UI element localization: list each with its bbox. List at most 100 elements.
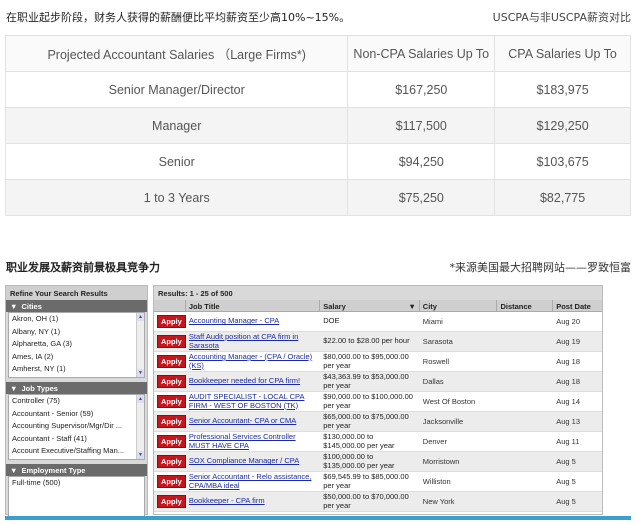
job-city: New York bbox=[422, 497, 455, 506]
apply-button[interactable]: Apply bbox=[157, 335, 186, 348]
job-post-date: Aug 18 bbox=[556, 377, 580, 386]
row-position: Manager bbox=[4, 107, 349, 144]
row-cpa: $129,250 bbox=[494, 107, 631, 144]
job-post-date: Aug 20 bbox=[556, 317, 580, 326]
salary-row: Senior Manager/Director $167,250 $183,97… bbox=[4, 71, 631, 108]
col-apply bbox=[154, 300, 186, 311]
results-summary: Results: 1 - 25 of 500 bbox=[154, 286, 602, 300]
job-salary: $69,545.99 to $85,000.00 per year bbox=[323, 473, 409, 490]
sort-down-icon[interactable]: ▼ bbox=[408, 302, 415, 311]
bottom-accent-bar bbox=[5, 516, 631, 520]
job-salary: $130,000.00 to $145,000.00 per year bbox=[323, 433, 395, 450]
job-title-link[interactable]: Senior Accountant- CPA or CMA bbox=[186, 417, 320, 426]
row-position: Senior bbox=[4, 143, 349, 180]
table-row: Apply Professional Services Controller M… bbox=[154, 432, 602, 452]
row-position: Senior Manager/Director bbox=[4, 71, 349, 108]
facet-item[interactable]: Akron, OH (1) bbox=[9, 313, 144, 326]
scrollbar[interactable]: ▲ ▼ bbox=[136, 313, 144, 377]
refine-title: Refine Your Search Results bbox=[6, 286, 147, 300]
facet-label: Employment Type bbox=[21, 465, 86, 475]
job-post-date: Aug 14 bbox=[556, 397, 580, 406]
facet-header-employment-type[interactable]: ▼ Employment Type bbox=[6, 464, 147, 476]
apply-button[interactable]: Apply bbox=[157, 355, 186, 368]
triangle-down-icon: ▼ bbox=[10, 301, 18, 311]
facet-item[interactable]: Albany, NY (1) bbox=[9, 326, 144, 339]
apply-button[interactable]: Apply bbox=[157, 375, 186, 388]
facet-label: Job Types bbox=[21, 383, 58, 393]
table-row: Apply Bookkeeper - CPA firm $50,000.00 t… bbox=[154, 492, 602, 512]
job-post-date: Aug 5 bbox=[556, 477, 576, 486]
job-salary: $43,363.99 to $53,000.00 per year bbox=[323, 373, 409, 390]
scroll-down-icon[interactable]: ▼ bbox=[137, 451, 144, 459]
facet-item[interactable]: Amherst, NY (1) bbox=[9, 363, 144, 376]
col-post-date[interactable]: Post Date bbox=[553, 300, 602, 311]
refine-panel: Refine Your Search Results ▼ Cities Akro… bbox=[5, 285, 148, 520]
col-distance[interactable]: Distance bbox=[497, 300, 554, 311]
apply-button[interactable]: Apply bbox=[157, 475, 186, 488]
salary-row: Manager $117,500 $129,250 bbox=[4, 107, 631, 144]
salary-comparison-table: Projected Accountant Salaries （Large Fir… bbox=[4, 35, 631, 216]
job-title-link[interactable]: Staff Audit position at CPA firm in Sara… bbox=[186, 333, 320, 350]
triangle-down-icon: ▼ bbox=[10, 465, 18, 475]
col-job-title[interactable]: Job Title bbox=[186, 300, 321, 311]
job-city: Williston bbox=[422, 477, 451, 486]
col-city[interactable]: City bbox=[420, 300, 498, 311]
job-salary: $80,000.00 to $95,000.00 per year bbox=[323, 353, 409, 370]
salary-row: Senior $94,250 $103,675 bbox=[4, 143, 631, 180]
job-title-link[interactable]: Senior Accountant - Relo assistance, CPA… bbox=[186, 473, 320, 490]
scrollbar[interactable]: ▲ ▼ bbox=[136, 395, 144, 459]
table-row: Apply Accounting Manager - CPA DOE Miami… bbox=[154, 312, 602, 332]
facet-list-job-types: Controller (75) Accountant - Senior (59)… bbox=[8, 394, 145, 460]
apply-button[interactable]: Apply bbox=[157, 415, 186, 428]
job-title-link[interactable]: Professional Services Controller MUST HA… bbox=[186, 433, 320, 450]
apply-button[interactable]: Apply bbox=[157, 315, 186, 328]
job-salary: $90,000.00 to $100,000.00 per year bbox=[323, 393, 413, 410]
row-non-cpa: $75,250 bbox=[347, 179, 496, 216]
facet-item[interactable]: Accountant - Staff (41) bbox=[9, 433, 144, 446]
job-salary: $50,000.00 to $70,000.00 per year bbox=[323, 493, 409, 510]
facet-item[interactable]: Ames, IA (2) bbox=[9, 351, 144, 364]
job-title-link[interactable]: Bookkeeper - CPA firm bbox=[186, 497, 320, 506]
results-rows: Apply Accounting Manager - CPA DOE Miami… bbox=[154, 312, 602, 512]
apply-button[interactable]: Apply bbox=[157, 435, 186, 448]
scroll-down-icon[interactable]: ▼ bbox=[137, 369, 144, 377]
job-city: West Of Boston bbox=[422, 397, 476, 406]
table-row: Apply Staff Audit position at CPA firm i… bbox=[154, 332, 602, 352]
job-post-date: Aug 18 bbox=[556, 357, 580, 366]
job-title-link[interactable]: Accounting Manager - (CPA / Oracle) (KS) bbox=[186, 353, 320, 370]
job-salary: $100,000.00 to $135,000.00 per year bbox=[323, 453, 395, 470]
col-salary-label: Salary bbox=[323, 302, 346, 311]
facet-item[interactable]: Accounting Supervisor/Mgr/Dir ... bbox=[9, 420, 144, 433]
scroll-up-icon[interactable]: ▲ bbox=[137, 395, 144, 403]
results-header: Job Title Salary ▼ City Distance Post Da… bbox=[154, 300, 602, 312]
job-title-link[interactable]: AUDIT SPECIALIST - LOCAL CPA FIRM - WEST… bbox=[186, 393, 320, 410]
scroll-up-icon[interactable]: ▲ bbox=[137, 313, 144, 321]
col-salary[interactable]: Salary ▼ bbox=[320, 300, 420, 311]
table-row: Apply SOX Compliance Manager / CPA $100,… bbox=[154, 452, 602, 472]
job-city: Miami bbox=[422, 317, 443, 326]
facet-item[interactable]: Controller (75) bbox=[9, 395, 144, 408]
job-post-date: Aug 11 bbox=[556, 437, 580, 446]
job-title-link[interactable]: Bookkeeper needed for CPA firm! bbox=[186, 377, 320, 386]
facet-item[interactable]: Full-time (500) bbox=[9, 477, 144, 490]
source-note: *来源美国最大招聘网站——罗致恒富 bbox=[449, 261, 632, 274]
facet-item[interactable]: Account Executive/Staffing Man... bbox=[9, 445, 144, 458]
row-cpa: $183,975 bbox=[494, 71, 631, 108]
job-title-link[interactable]: Accounting Manager - CPA bbox=[186, 317, 320, 326]
row-position: 1 to 3 Years bbox=[4, 179, 349, 216]
intro-caption: 在职业起步阶段，财务人获得的薪酬便比平均薪资至少高10%~15%。 bbox=[6, 11, 351, 24]
job-city: Dallas bbox=[422, 377, 444, 386]
job-title-link[interactable]: SOX Compliance Manager / CPA bbox=[186, 457, 320, 466]
facet-header-cities[interactable]: ▼ Cities bbox=[6, 300, 147, 312]
facet-item[interactable]: Alpharetta, GA (3) bbox=[9, 338, 144, 351]
facet-list-cities: Akron, OH (1) Albany, NY (1) Alpharetta,… bbox=[8, 312, 145, 378]
apply-button[interactable]: Apply bbox=[157, 455, 186, 468]
table-row: Apply Senior Accountant- CPA or CMA $65,… bbox=[154, 412, 602, 432]
apply-button[interactable]: Apply bbox=[157, 495, 186, 508]
apply-button[interactable]: Apply bbox=[157, 395, 186, 408]
job-search-screenshot: Refine Your Search Results ▼ Cities Akro… bbox=[5, 285, 605, 520]
comparison-caption: USCPA与非USCPA薪资对比 bbox=[492, 11, 631, 24]
job-city: Roswell bbox=[422, 357, 450, 366]
facet-header-job-types[interactable]: ▼ Job Types bbox=[6, 382, 147, 394]
facet-item[interactable]: Accountant - Senior (59) bbox=[9, 408, 144, 421]
